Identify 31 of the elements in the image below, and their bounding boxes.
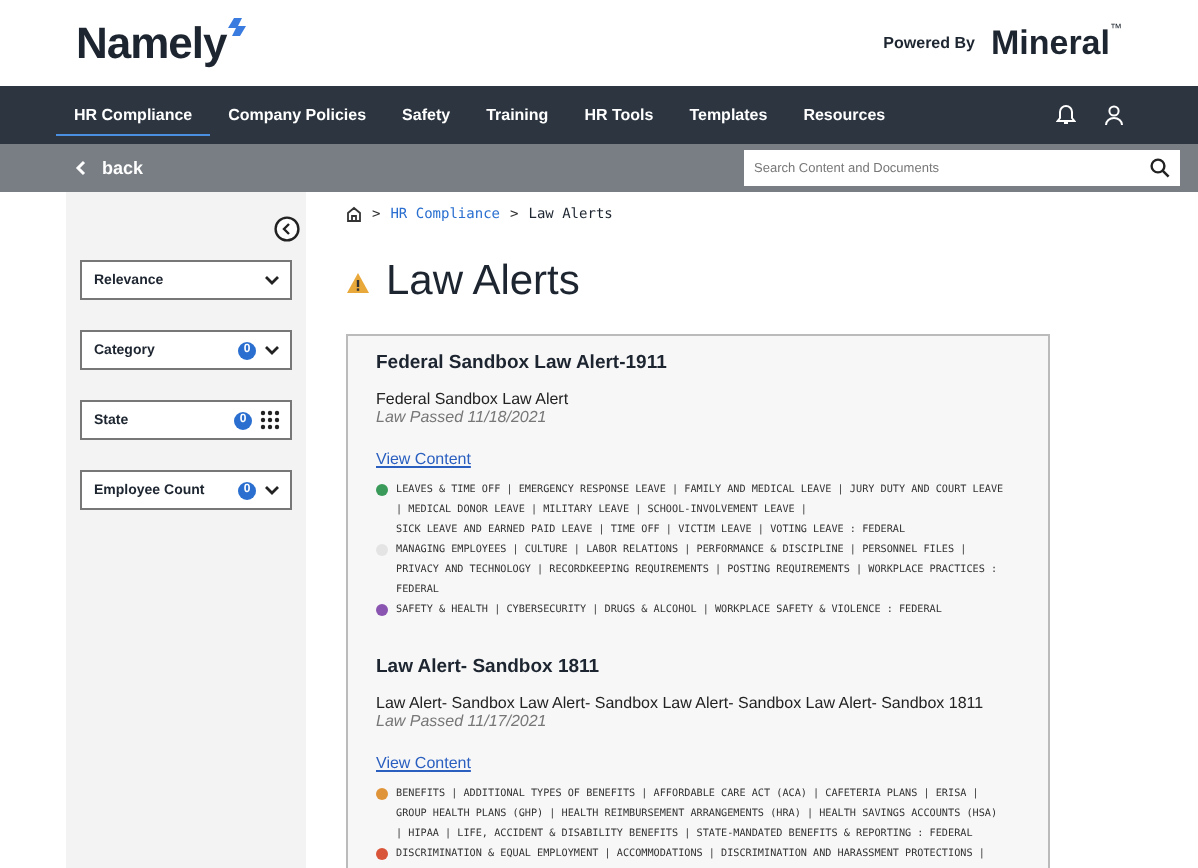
warning-icon [346, 271, 370, 293]
view-content-link[interactable]: View Content [376, 754, 471, 772]
page-title: Law Alerts [386, 258, 580, 306]
nav-tab[interactable]: Company Policies [210, 94, 385, 136]
law-passed-date: Law Passed 11/18/2021 [376, 408, 549, 426]
powered-by-label: Powered By [883, 34, 975, 52]
alert-title: Law Alert- Sandbox 1811 [376, 656, 602, 678]
logo: Namely [76, 17, 227, 69]
nav-tab[interactable]: Templates [671, 94, 786, 136]
chevron-down-icon [264, 274, 280, 286]
chevron-left-icon [74, 160, 86, 176]
home-icon[interactable] [346, 206, 362, 222]
bell-icon[interactable] [1056, 104, 1076, 126]
nav-tab[interactable]: Training [468, 94, 567, 136]
back-button[interactable]: back [74, 158, 144, 178]
chevron-down-icon [264, 484, 280, 496]
user-icon[interactable] [1104, 104, 1124, 126]
nav-tab[interactable]: HR Tools [566, 94, 672, 136]
nav-tab[interactable]: Resources [785, 94, 904, 136]
logo-mark-icon [228, 17, 249, 35]
view-content-link[interactable]: View Content [376, 450, 471, 468]
collapse-icon[interactable] [274, 216, 300, 242]
alert-summary: Law Alert- Sandbox Law Alert- Sandbox Law Alert- Sandbox Law Alert- Sandbox 1811 [376, 694, 986, 712]
law-passed-date: Law Passed 11/17/2021 [376, 712, 549, 730]
nav-tab[interactable]: Safety [384, 94, 469, 136]
nav-tab[interactable]: HR Compliance [56, 94, 211, 136]
grid-icon [260, 410, 280, 430]
alert-summary: Federal Sandbox Law Alert [376, 390, 571, 408]
chevron-down-icon [264, 344, 280, 356]
alert-title: Federal Sandbox Law Alert-1911 [376, 352, 669, 374]
search-icon[interactable] [1150, 158, 1170, 178]
